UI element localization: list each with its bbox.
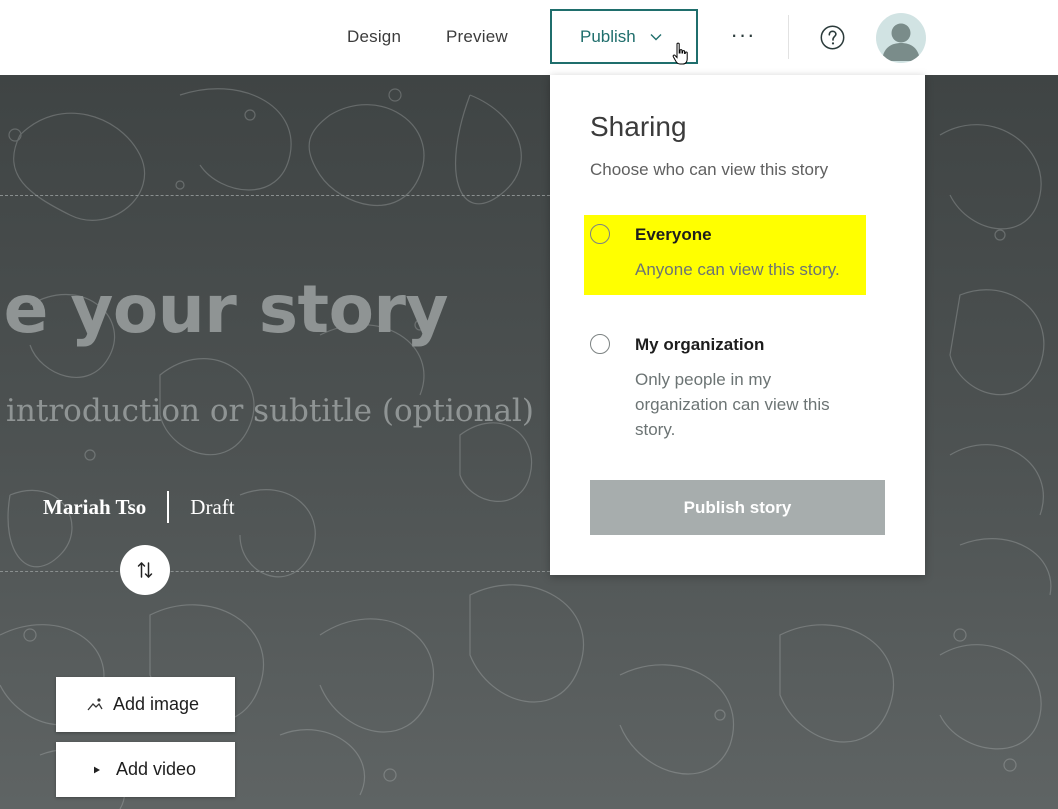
- story-title[interactable]: e your story: [0, 271, 560, 351]
- swap-vertical-icon: [137, 562, 153, 578]
- sharing-title: Sharing: [590, 111, 687, 142]
- organization-radio[interactable]: [590, 334, 610, 354]
- organization-description: Only people in my organization can view …: [635, 370, 830, 439]
- author-name: Mariah Tso: [43, 494, 147, 519]
- toolbar-divider: [788, 15, 789, 59]
- user-avatar-icon[interactable]: [876, 13, 926, 63]
- add-video-button[interactable]: Add video: [56, 742, 235, 797]
- everyone-label: Everyone: [635, 225, 712, 244]
- story-subtitle[interactable]: introduction or subtitle (optional): [6, 393, 534, 429]
- top-toolbar: Design Preview Publish ···: [0, 0, 1058, 75]
- play-icon: [94, 766, 100, 773]
- add-image-label: Add image: [113, 694, 200, 714]
- organization-label: My organization: [635, 335, 765, 354]
- add-image-button[interactable]: Add image: [56, 677, 235, 732]
- publish-story-button[interactable]: Publish story: [590, 480, 885, 535]
- swap-layout-button[interactable]: [120, 545, 170, 595]
- sharing-option-organization[interactable]: My organization Only people in my organi…: [584, 325, 866, 445]
- sharing-popover: Sharing Choose who can view this story E…: [550, 75, 925, 575]
- byline: Mariah Tso Draft: [43, 491, 235, 523]
- sharing-subtitle: Choose who can view this story: [590, 160, 829, 179]
- sharing-option-everyone[interactable]: Everyone Anyone can view this story.: [584, 215, 866, 295]
- add-video-label: Add video: [116, 759, 197, 779]
- hand-pointer-icon: [672, 42, 688, 65]
- publish-button-label: Publish: [580, 26, 636, 46]
- story-status: Draft: [190, 494, 235, 519]
- cover-bottom-guide: [0, 571, 560, 572]
- cover-top-guide: [0, 195, 560, 196]
- design-tab[interactable]: Design: [347, 27, 401, 47]
- more-options-button[interactable]: ···: [727, 24, 759, 49]
- story-title-text: e your story: [3, 271, 449, 348]
- everyone-description: Anyone can view this story.: [635, 260, 840, 279]
- byline-divider: [167, 491, 170, 523]
- chevron-down-icon: [650, 33, 662, 40]
- preview-tab[interactable]: Preview: [446, 27, 508, 47]
- question-circle-icon[interactable]: [820, 25, 845, 50]
- image-icon: [87, 697, 103, 710]
- everyone-radio[interactable]: [590, 224, 610, 244]
